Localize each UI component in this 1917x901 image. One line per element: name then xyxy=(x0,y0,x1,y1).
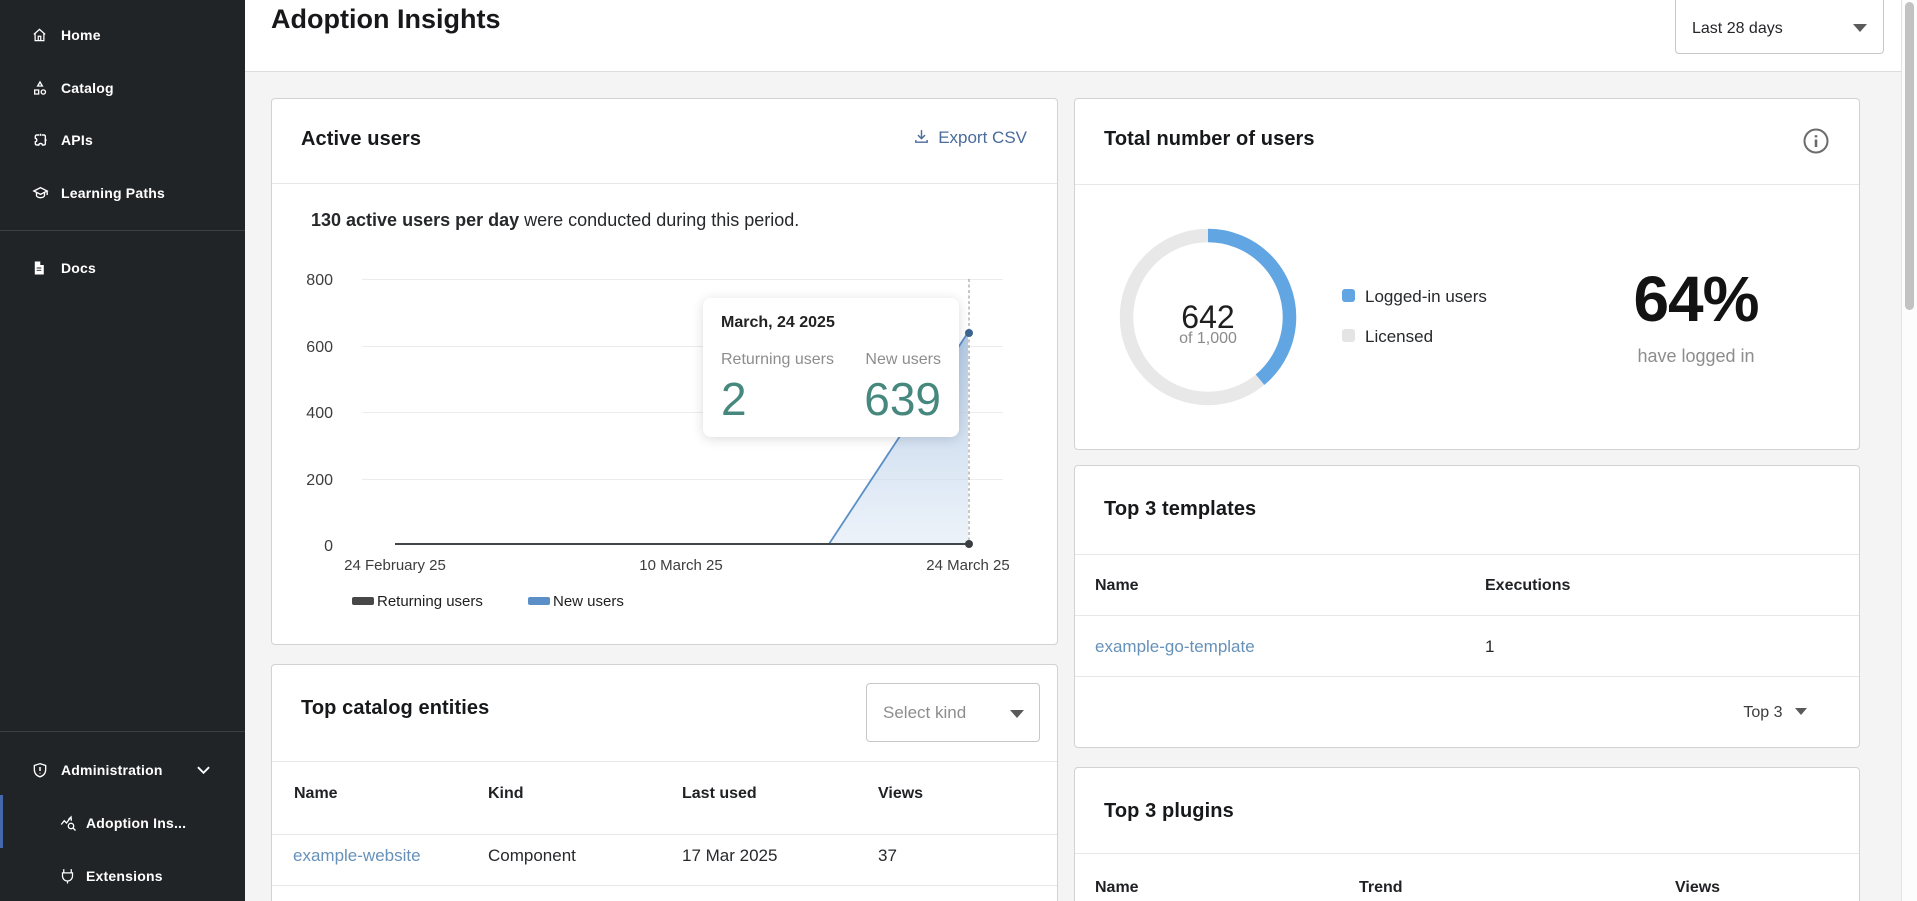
svg-text:0: 0 xyxy=(324,538,333,555)
svg-text:200: 200 xyxy=(306,472,333,489)
svg-text:10 March 25: 10 March 25 xyxy=(639,557,722,574)
svg-text:New users: New users xyxy=(553,593,624,610)
svg-text:Returning users: Returning users xyxy=(377,593,483,610)
svg-text:800: 800 xyxy=(306,272,333,289)
svg-text:400: 400 xyxy=(306,405,333,422)
svg-text:24 March 25: 24 March 25 xyxy=(926,557,1009,574)
svg-text:600: 600 xyxy=(306,339,333,356)
svg-text:24 February 25: 24 February 25 xyxy=(344,557,446,574)
